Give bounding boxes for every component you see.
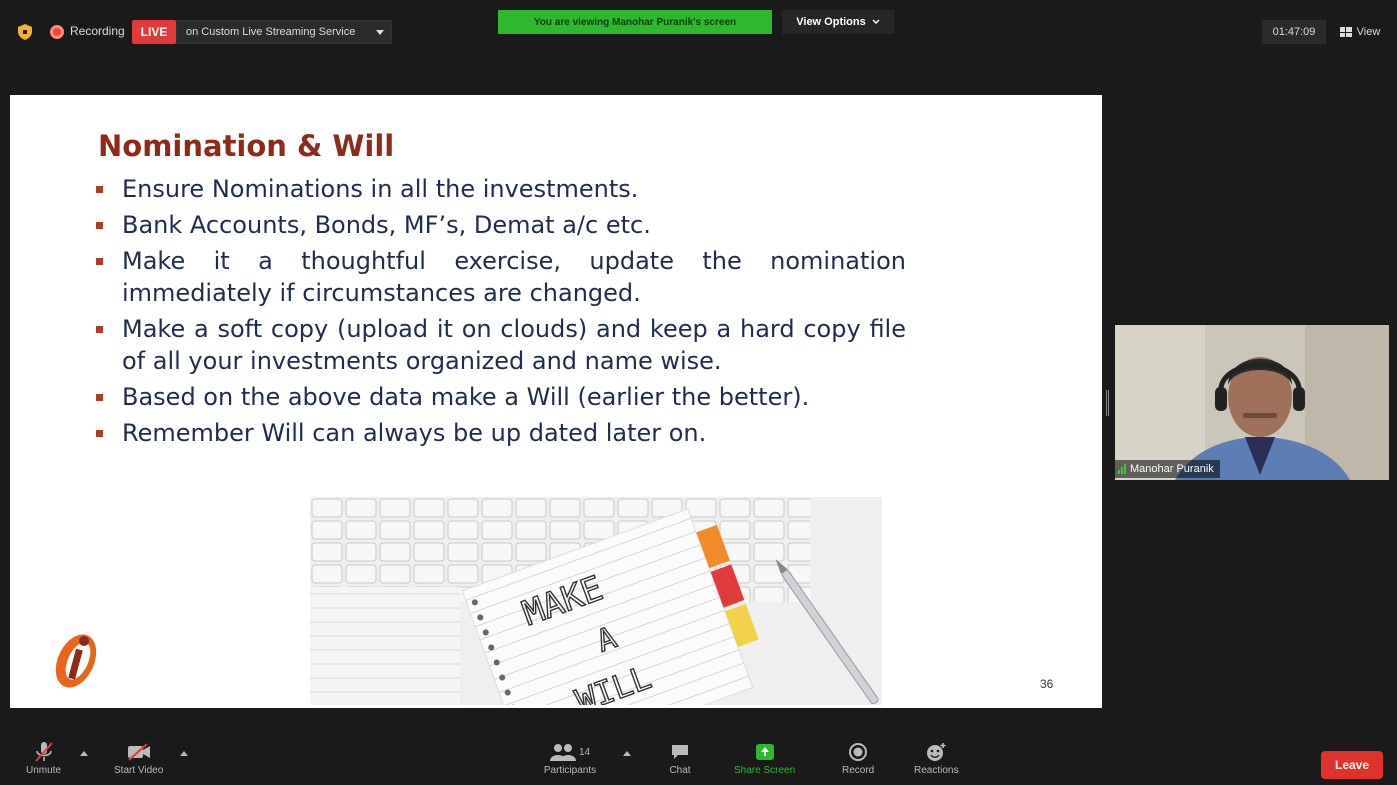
participant-name: Manohar Puranik [1130, 463, 1214, 475]
participants-button[interactable]: 14 Participants [540, 739, 600, 776]
make-a-will-notebook-image: MAKE A WILL [310, 497, 882, 705]
bullet-item: Bank Accounts, Bonds, MF’s, Demat a/c et… [96, 209, 906, 241]
viewing-screen-banner: You are viewing Manohar Puranik's screen [498, 10, 772, 34]
bullet-item: Ensure Nominations in all the investment… [96, 173, 906, 205]
slide-title: Nomination & Will [98, 129, 395, 163]
smiley-reaction-icon [922, 739, 950, 765]
view-options-label: View Options [796, 16, 866, 28]
participants-options-caret-icon[interactable] [623, 751, 631, 756]
recording-indicator-icon [50, 25, 64, 39]
slide-page-number: 36 [1040, 677, 1054, 691]
leave-meeting-button[interactable]: Leave [1321, 751, 1383, 779]
audio-options-caret-icon[interactable] [80, 751, 88, 756]
caret-down-icon [376, 30, 384, 35]
unmute-button[interactable]: Unmute [26, 739, 61, 776]
microphone-muted-icon [30, 739, 58, 765]
chevron-down-icon [872, 19, 880, 24]
slide-bullet-list: Ensure Nominations in all the investment… [96, 173, 906, 453]
meeting-timer: 01:47:09 [1262, 20, 1326, 44]
panel-resize-handle[interactable] [1106, 390, 1109, 416]
chat-label: Chat [669, 765, 691, 776]
recording-label: Recording [70, 24, 125, 38]
share-screen-icon [751, 739, 779, 765]
start-video-label: Start Video [114, 765, 164, 776]
live-badge: LIVE [132, 20, 176, 44]
bank-logo-icon [55, 634, 97, 688]
video-options-caret-icon[interactable] [180, 751, 188, 756]
share-screen-button[interactable]: Share Screen [734, 739, 795, 776]
meeting-top-bar: Recording LIVE on Custom Live Streaming … [0, 0, 1397, 95]
participants-label: Participants [543, 765, 597, 776]
shared-screen-slide: Nomination & Will Ensure Nominations in … [10, 95, 1102, 708]
start-video-button[interactable]: Start Video [114, 739, 163, 776]
record-label: Record [842, 765, 875, 776]
chat-button[interactable]: Chat [666, 739, 694, 776]
record-button[interactable]: Record [842, 739, 874, 776]
live-stream-service-dropdown[interactable]: on Custom Live Streaming Service [176, 20, 392, 44]
record-icon [844, 739, 872, 765]
bullet-item: Based on the above data make a Will (ear… [96, 381, 906, 413]
view-layout-button[interactable]: View [1332, 20, 1388, 44]
bullet-item: Make a soft copy (upload it on clouds) a… [96, 313, 906, 377]
bullet-item: Remember Will can always be up dated lat… [96, 417, 906, 449]
bullet-item: Make it a thoughtful exercise, update th… [96, 245, 906, 309]
participant-video-feed [1115, 325, 1389, 480]
reactions-button[interactable]: Reactions [914, 739, 958, 776]
chat-bubble-icon [666, 739, 694, 765]
view-label: View [1356, 26, 1381, 38]
security-shield-icon[interactable] [18, 24, 32, 40]
participant-name-tag: Manohar Puranik [1115, 460, 1220, 478]
signal-strength-icon [1118, 464, 1126, 474]
view-options-button[interactable]: View Options [782, 10, 894, 34]
stream-service-label: on Custom Live Streaming Service [186, 26, 356, 38]
reactions-label: Reactions [914, 765, 959, 776]
participants-count: 14 [578, 746, 591, 758]
video-off-icon [125, 739, 153, 765]
meeting-controls-toolbar: Unmute Start Video 14 Participants Chat … [0, 735, 1397, 785]
grid-layout-icon [1339, 27, 1352, 37]
participant-video-tile[interactable]: Manohar Puranik [1115, 325, 1389, 480]
participants-icon: 14 [540, 739, 600, 765]
share-screen-label: Share Screen [734, 765, 796, 776]
unmute-label: Unmute [26, 765, 62, 776]
